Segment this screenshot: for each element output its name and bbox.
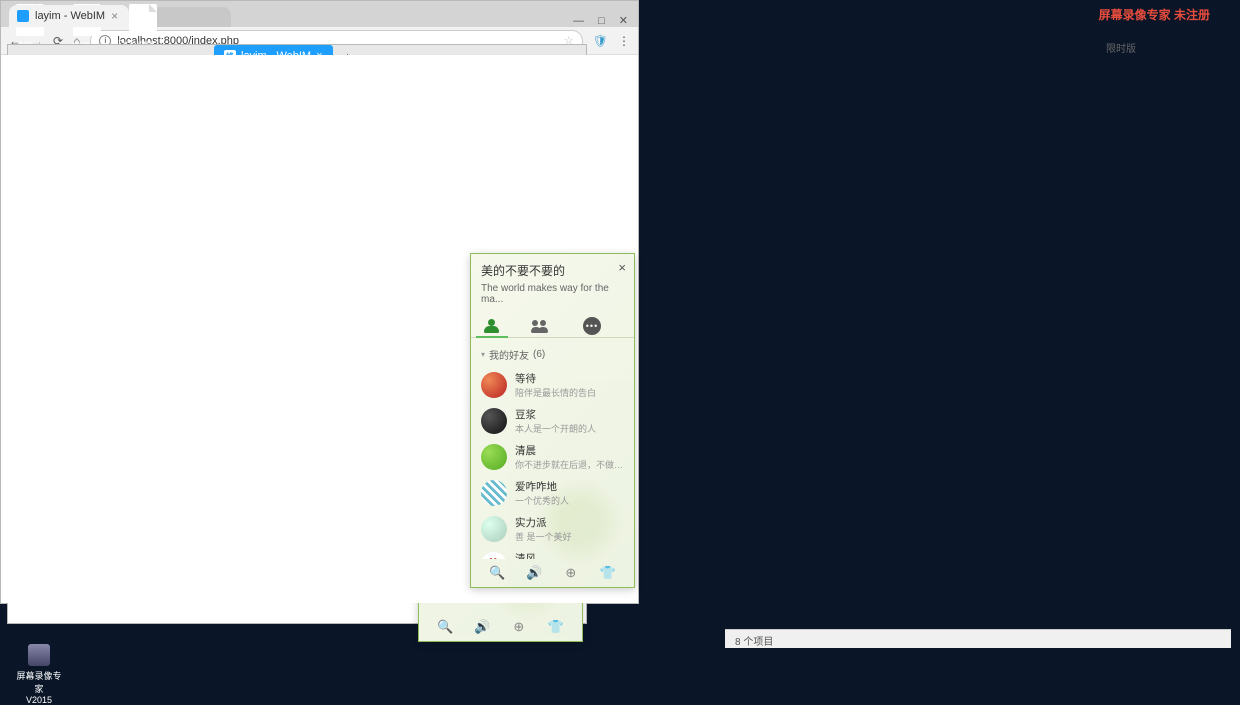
avatar (481, 408, 507, 434)
brand-label: 限时版 (1106, 40, 1136, 55)
friend-name: 豆浆 (515, 407, 624, 422)
friend-item[interactable]: 清晨你不进步就在后退，不做温水里... (471, 439, 634, 475)
tab-favicon (17, 10, 29, 22)
icon-label: V2015 (14, 695, 64, 705)
maximize-icon[interactable]: □ (598, 15, 605, 27)
icon-label: 屏幕录像专家 (14, 669, 64, 695)
group-header[interactable]: ▾ 我的好友 (6) (471, 342, 634, 367)
tab-friends[interactable] (481, 315, 503, 337)
group-icon (532, 319, 552, 333)
friend-signature: 本人是一个开朗的人 (515, 422, 624, 435)
friend-signature: 你不进步就在后退，不做温水里... (515, 458, 624, 471)
skin-icon[interactable]: 👕 (548, 619, 564, 635)
friend-signature: 一个优秀的人 (515, 494, 624, 507)
chrome-window: layim - WebIM × — □ ✕ 限时版 ← → ⟳ ⌂ i loca… (0, 0, 639, 604)
person-icon (484, 319, 500, 333)
tab-history[interactable]: ••• (581, 315, 603, 337)
tab-title: layim - WebIM (35, 10, 105, 22)
layim-panel: × 美的不要不要的 The world makes way for the ma… (470, 253, 635, 588)
minimize-icon[interactable]: — (573, 15, 584, 27)
chevron-down-icon: ▾ (481, 350, 485, 359)
browser-viewport: × 美的不要不要的 The world makes way for the ma… (1, 55, 638, 603)
friend-signature: 善 是一个美好 (515, 530, 624, 543)
search-icon[interactable]: 🔍 (489, 565, 505, 581)
friend-name: 清晨 (515, 443, 624, 458)
friend-item[interactable]: 爱咋咋地一个优秀的人 (471, 475, 634, 511)
friend-item[interactable]: 等待陪伴是最长情的告白 (471, 367, 634, 403)
friend-item[interactable]: 豆浆本人是一个开朗的人 (471, 403, 634, 439)
add-icon[interactable]: ⊕ (563, 565, 579, 581)
my-nickname: 美的不要不要的 (481, 262, 624, 279)
dots-icon: ••• (583, 317, 601, 335)
desktop-icon-recorder[interactable]: 屏幕录像专家 V2015 (14, 644, 64, 705)
friend-name: 爱咋咋地 (515, 479, 624, 494)
layim-footer: 🔍 🔊 ⊕ 👕 (419, 613, 582, 641)
sound-icon[interactable]: 🔊 (526, 565, 542, 581)
sound-icon[interactable]: 🔊 (474, 619, 490, 635)
explorer-status-bar: 8 个项目 (725, 629, 1231, 648)
avatar (481, 372, 507, 398)
tab-groups[interactable] (531, 315, 553, 337)
chrome-tab-strip: layim - WebIM × — □ ✕ (1, 1, 638, 27)
friend-name: 实力派 (515, 515, 624, 530)
friend-item[interactable]: 柴清风星光如昨 (471, 547, 634, 559)
layim-footer: 🔍 🔊 ⊕ 👕 (471, 559, 634, 587)
close-icon[interactable]: ✕ (619, 14, 628, 27)
friend-item[interactable]: 实力派善 是一个美好 (471, 511, 634, 547)
friend-signature: 陪伴是最长情的告白 (515, 386, 624, 399)
friend-name: 等待 (515, 371, 624, 386)
avatar (481, 480, 507, 506)
skin-icon[interactable]: 👕 (600, 565, 616, 581)
close-icon[interactable]: × (111, 9, 118, 23)
shield-icon[interactable]: 🛡 (593, 34, 608, 48)
avatar (481, 516, 507, 542)
search-icon[interactable]: 🔍 (437, 619, 453, 635)
add-icon[interactable]: ⊕ (511, 619, 527, 635)
avatar: 柴 (481, 552, 507, 559)
my-signature[interactable]: The world makes way for the ma... (481, 283, 624, 305)
friends-list: ▾ 我的好友 (6) 等待陪伴是最长情的告白豆浆本人是一个开朗的人清晨你不进步就… (471, 338, 634, 559)
group-count: (6) (533, 349, 545, 360)
watermark: 屏幕录像专家 未注册 (1099, 6, 1210, 23)
group-name: 我的好友 (489, 347, 529, 362)
friend-name: 清风 (515, 551, 624, 559)
menu-icon[interactable]: ⋮ (618, 34, 630, 48)
browser-tab[interactable]: layim - WebIM × (9, 5, 129, 27)
layim-tabs: ••• (471, 309, 634, 338)
close-icon[interactable]: × (618, 260, 626, 275)
avatar (481, 444, 507, 470)
